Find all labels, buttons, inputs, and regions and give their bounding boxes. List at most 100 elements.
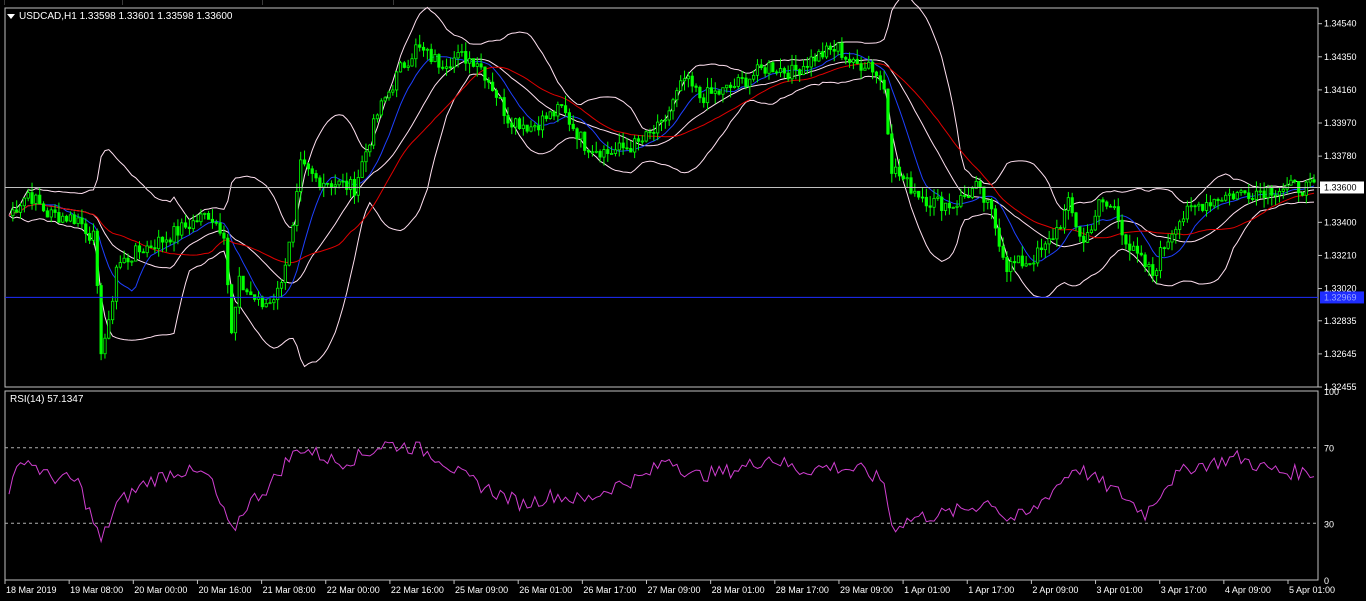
candle-body bbox=[318, 177, 322, 188]
candle-body bbox=[775, 71, 779, 74]
candle-body bbox=[95, 230, 99, 286]
candle-body bbox=[325, 182, 330, 185]
candle-body bbox=[1208, 202, 1212, 207]
candlesticks bbox=[11, 34, 1316, 361]
candle-body bbox=[38, 194, 42, 205]
candle-body bbox=[11, 209, 15, 216]
candle-body bbox=[1078, 226, 1082, 237]
candle-body bbox=[1074, 212, 1078, 228]
candle-body bbox=[364, 151, 368, 163]
candle-body bbox=[1250, 198, 1255, 200]
candle-body bbox=[502, 97, 506, 117]
candle-body bbox=[594, 150, 598, 153]
candle-body bbox=[840, 42, 844, 58]
candle-body bbox=[141, 251, 145, 254]
candle-body bbox=[237, 275, 241, 308]
candle-body bbox=[1224, 194, 1228, 201]
candle-body bbox=[387, 91, 391, 99]
candle-body bbox=[721, 87, 725, 95]
candle-body bbox=[475, 63, 479, 67]
candle-body bbox=[920, 196, 925, 199]
candle-body bbox=[521, 124, 525, 130]
candle-body bbox=[1212, 198, 1216, 207]
candle-body bbox=[130, 260, 134, 263]
candle-body bbox=[230, 284, 234, 334]
candle-body bbox=[107, 319, 111, 339]
candle-body bbox=[1189, 205, 1193, 208]
rsi-panel: 10070300 bbox=[5, 387, 1339, 586]
candle-body bbox=[103, 337, 107, 355]
candle-body bbox=[1235, 192, 1239, 200]
candle-body bbox=[836, 42, 840, 52]
candle-body bbox=[180, 222, 184, 236]
candle-body bbox=[809, 56, 813, 68]
candle-body bbox=[1055, 227, 1059, 240]
candle-body bbox=[1047, 238, 1051, 245]
chart-canvas[interactable]: 1.34540 1.34350 1.34160 1.33970 1.33780 1.336… bbox=[0, 0, 1366, 601]
candle-body bbox=[222, 232, 226, 239]
candle-body bbox=[279, 282, 284, 289]
candle-body bbox=[694, 85, 698, 88]
candle-body bbox=[982, 186, 986, 203]
price-tick-label: 1.34540 bbox=[1324, 19, 1357, 29]
candle-body bbox=[517, 118, 522, 130]
candle-body bbox=[821, 51, 825, 58]
symbol-menu-arrow-icon[interactable] bbox=[7, 14, 15, 19]
candle-body bbox=[613, 149, 618, 154]
candle-body bbox=[943, 202, 948, 211]
candle-body bbox=[759, 64, 763, 69]
candle-body bbox=[391, 89, 395, 93]
candle-body bbox=[917, 190, 921, 198]
bollinger-middle-line bbox=[8, 58, 1315, 284]
candle-body bbox=[633, 138, 637, 153]
candle-body bbox=[491, 81, 495, 92]
candle-body bbox=[137, 245, 142, 253]
candle-body bbox=[713, 90, 717, 94]
candle-body bbox=[1101, 199, 1105, 203]
candle-body bbox=[498, 97, 502, 99]
candle-body bbox=[337, 180, 341, 186]
time-tick-label: 3 Apr 01:00 bbox=[1097, 585, 1143, 595]
candle-body bbox=[160, 236, 165, 243]
candle-body bbox=[993, 208, 998, 229]
candle-body bbox=[859, 63, 863, 71]
candle-body bbox=[763, 67, 767, 74]
candle-body bbox=[686, 75, 690, 80]
price-tick-label: 1.34350 bbox=[1324, 52, 1357, 62]
candle-body bbox=[563, 105, 568, 114]
candle-body bbox=[1089, 229, 1093, 234]
candle-body bbox=[986, 199, 990, 203]
candle-body bbox=[1051, 238, 1055, 241]
candle-body bbox=[951, 206, 955, 209]
price-tick-label: 1.32835 bbox=[1324, 316, 1357, 326]
candle-body bbox=[579, 131, 583, 140]
candle-body bbox=[84, 223, 88, 234]
candle-body bbox=[636, 138, 641, 142]
candle-body bbox=[851, 58, 856, 63]
candle-body bbox=[195, 220, 199, 223]
candle-body bbox=[575, 128, 579, 140]
candle-body bbox=[291, 225, 295, 243]
candle-body bbox=[717, 90, 721, 95]
candle-body bbox=[379, 100, 383, 116]
price-tick-label: 1.33400 bbox=[1324, 217, 1357, 227]
candle-body bbox=[1166, 241, 1170, 249]
candle-body bbox=[610, 153, 614, 155]
candle-body bbox=[1093, 215, 1097, 231]
candle-body bbox=[786, 72, 790, 80]
candle-body bbox=[49, 209, 53, 218]
candle-body bbox=[1036, 247, 1040, 264]
candle-body bbox=[433, 54, 437, 63]
time-tick-label: 27 Mar 09:00 bbox=[648, 585, 701, 595]
price-axis: 1.34540 1.34350 1.34160 1.33970 1.33780 1.336… bbox=[1318, 19, 1357, 392]
candle-body bbox=[26, 192, 30, 199]
candle-body bbox=[586, 150, 591, 153]
time-tick-label: 4 Apr 09:00 bbox=[1225, 585, 1271, 595]
candle-body bbox=[18, 205, 23, 213]
candle-body bbox=[663, 119, 667, 122]
candle-body bbox=[425, 48, 429, 51]
candle-body bbox=[1300, 192, 1305, 196]
candle-body bbox=[249, 291, 253, 296]
candle-body bbox=[878, 75, 882, 81]
candle-body bbox=[22, 197, 26, 207]
